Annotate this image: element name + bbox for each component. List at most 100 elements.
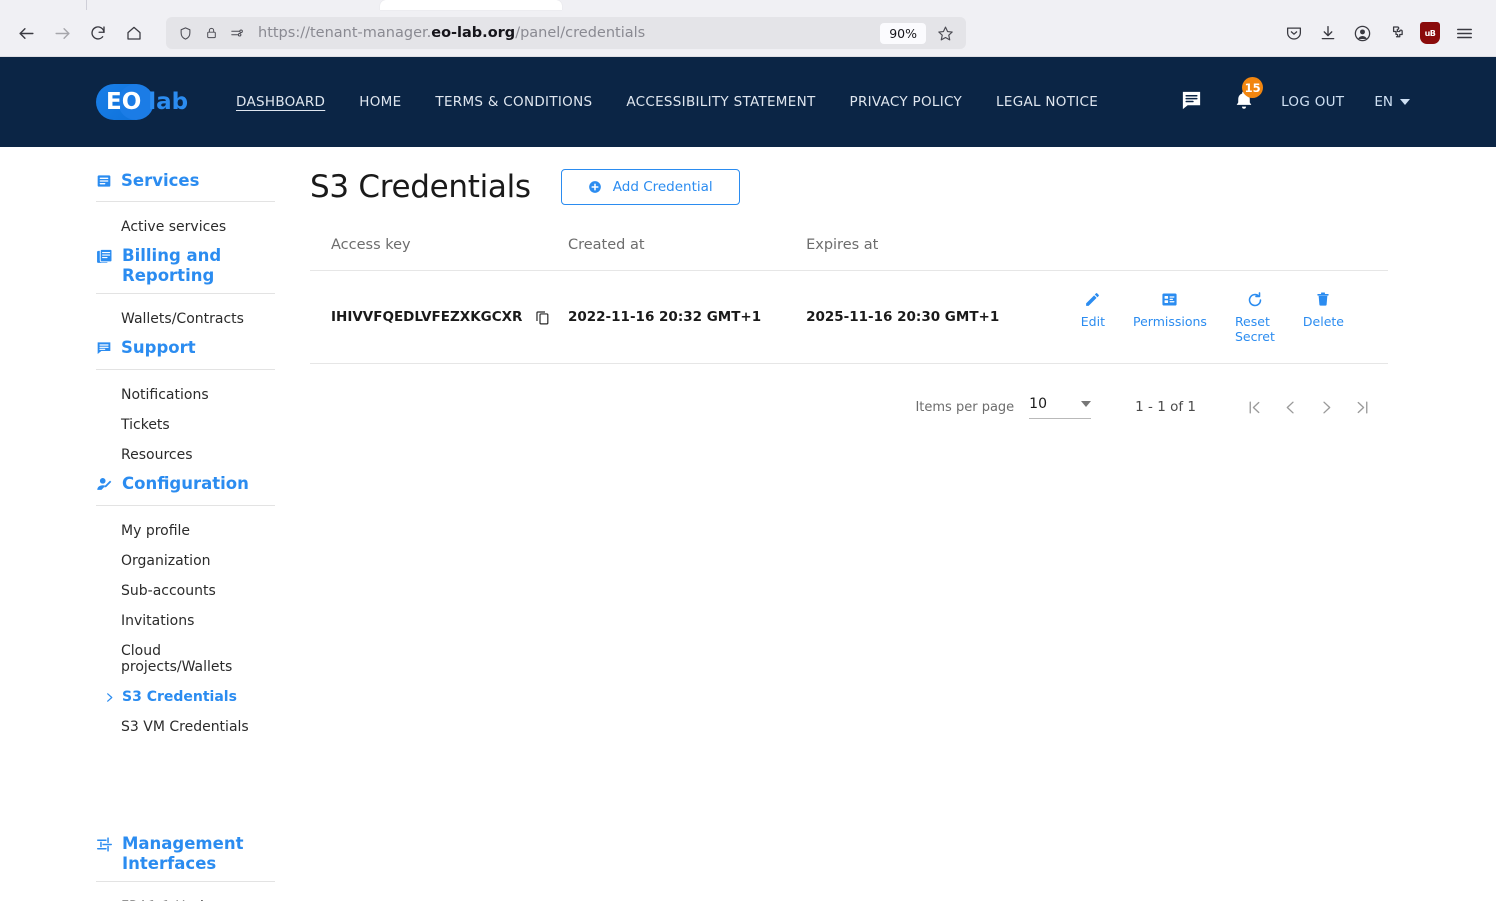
- sidebar-item-tickets[interactable]: Tickets: [96, 410, 275, 440]
- page-title: S3 Credentials: [310, 169, 531, 205]
- url-host: eo-lab.org: [431, 25, 516, 41]
- items-per-page-label: Items per page: [915, 399, 1015, 415]
- back-arrow-icon[interactable]: [10, 17, 42, 49]
- notification-count-badge: 15: [1242, 77, 1264, 98]
- sidebar-item-my-profile[interactable]: My profile: [96, 516, 275, 546]
- header-actions: 15 LOG OUT EN: [1180, 77, 1496, 116]
- browser-toolbar-right: uB: [1278, 17, 1486, 49]
- site-permissions-icon[interactable]: [226, 22, 248, 44]
- cell-created-at: 2022-11-16 20:32 GMT+1: [567, 270, 807, 364]
- table-row: IHIVVFQEDLVFEZXKGCXR 2022-11-16 20:32 GM…: [310, 270, 1388, 364]
- sidebar-item-sub-accounts[interactable]: Sub-accounts: [96, 576, 275, 606]
- padlock-icon[interactable]: [200, 22, 222, 44]
- sidebar-item-cloud-projects-wallets[interactable]: Cloud projects/Wallets: [96, 636, 275, 682]
- first-page-icon[interactable]: [1236, 389, 1272, 425]
- add-credential-label: Add Credential: [612, 179, 713, 195]
- nav-link-legal[interactable]: LEGAL NOTICE: [996, 94, 1098, 110]
- last-page-icon[interactable]: [1344, 389, 1380, 425]
- tab-strip[interactable]: [0, 0, 1496, 10]
- main-content: S3 Credentials Add Credential Access key…: [275, 147, 1496, 901]
- bookmark-star-icon[interactable]: [932, 20, 958, 46]
- sidebar-item-s3-vm-credentials[interactable]: S3 VM Credentials: [96, 712, 275, 742]
- url-bar[interactable]: https://tenant-manager.eo-lab.org/panel/…: [166, 17, 966, 49]
- account-icon[interactable]: [1346, 17, 1378, 49]
- trash-icon: [1315, 290, 1331, 309]
- permissions-button[interactable]: Permissions: [1133, 290, 1207, 344]
- column-header-actions: [1052, 237, 1388, 271]
- tune-sliders-icon: [96, 836, 113, 857]
- zoom-level-badge[interactable]: 90%: [880, 22, 926, 44]
- sidebar-group-title: Services: [121, 171, 200, 190]
- user-edit-icon: [96, 476, 113, 497]
- copy-icon[interactable]: [534, 309, 551, 326]
- sidebar-item-label: S3 Credentials: [122, 689, 237, 706]
- sidebar-group-management-interfaces: Management Interfaces FRA1-1 Horizon: [96, 834, 275, 901]
- column-header-expires-at: Expires at: [806, 237, 1053, 271]
- paginator: Items per page 10 1 - 1 of 1: [310, 364, 1388, 425]
- nav-link-home[interactable]: HOME: [359, 94, 401, 110]
- sidebar-item-wallets-contracts[interactable]: Wallets/Contracts: [96, 304, 275, 334]
- nav-link-terms[interactable]: TERMS & CONDITIONS: [435, 94, 592, 110]
- sidebar-item-fra1-1-horizon[interactable]: FRA1-1 Horizon: [96, 892, 275, 901]
- access-key-value: IHIVVFQEDLVFEZXKGCXR: [331, 309, 523, 325]
- sidebar-group-header: Billing and Reporting: [96, 246, 275, 295]
- sidebar-item-invitations[interactable]: Invitations: [96, 606, 275, 636]
- article-icon: [96, 173, 112, 193]
- sidebar-group-title: Configuration: [122, 473, 249, 493]
- next-page-icon[interactable]: [1308, 389, 1344, 425]
- table-body: IHIVVFQEDLVFEZXKGCXR 2022-11-16 20:32 GM…: [310, 270, 1388, 364]
- url-subdomain: tenant-manager.: [309, 25, 432, 41]
- edit-label: Edit: [1080, 314, 1105, 329]
- hamburger-menu-icon[interactable]: [1448, 17, 1480, 49]
- pencil-icon: [1084, 290, 1101, 309]
- nav-link-dashboard[interactable]: DASHBOARD: [236, 94, 325, 110]
- url-text[interactable]: https://tenant-manager.eo-lab.org/panel/…: [258, 25, 880, 41]
- main-nav: DASHBOARD HOME TERMS & CONDITIONS ACCESS…: [236, 94, 1132, 110]
- delete-button[interactable]: Delete: [1303, 290, 1344, 344]
- ublock-origin-icon[interactable]: uB: [1414, 17, 1446, 49]
- forward-arrow-icon[interactable]: [46, 17, 78, 49]
- sidebar-group-support: Support Notifications Tickets Resources: [96, 338, 275, 469]
- home-icon[interactable]: [118, 17, 150, 49]
- add-credential-button[interactable]: Add Credential: [560, 169, 740, 205]
- edit-button[interactable]: Edit: [1081, 290, 1105, 344]
- cell-access-key: IHIVVFQEDLVFEZXKGCXR: [310, 270, 568, 364]
- sidebar-item-active-services[interactable]: Active services: [96, 212, 275, 242]
- eolab-logo[interactable]: EO lab: [96, 84, 214, 120]
- language-selector[interactable]: EN: [1374, 94, 1410, 110]
- reset-secret-button[interactable]: Reset Secret: [1235, 290, 1275, 344]
- save-to-pocket-icon[interactable]: [1278, 17, 1310, 49]
- documents-icon: [96, 248, 113, 269]
- delete-label: Delete: [1302, 314, 1344, 329]
- sidebar-item-resources[interactable]: Resources: [96, 440, 275, 470]
- language-label: EN: [1374, 94, 1393, 110]
- sidebar-item-s3-credentials[interactable]: S3 Credentials: [96, 682, 275, 712]
- extensions-icon[interactable]: [1380, 17, 1412, 49]
- nav-link-accessibility[interactable]: ACCESSIBILITY STATEMENT: [626, 94, 815, 110]
- nav-link-privacy[interactable]: PRIVACY POLICY: [850, 94, 963, 110]
- sidebar-item-organization[interactable]: Organization: [96, 546, 275, 576]
- notifications-button[interactable]: 15: [1233, 77, 1264, 116]
- previous-page-icon[interactable]: [1272, 389, 1308, 425]
- cell-actions: Edit Permissions Reset Secret Delete: [1052, 270, 1388, 364]
- logo-mark: EO lab: [96, 84, 188, 120]
- downloads-icon[interactable]: [1312, 17, 1344, 49]
- chat-icon[interactable]: [1180, 89, 1203, 116]
- sidebar-group-title: Support: [121, 338, 196, 358]
- cell-expires-at: 2025-11-16 20:30 GMT+1: [806, 270, 1053, 364]
- sidebar-item-notifications[interactable]: Notifications: [96, 380, 275, 410]
- chat-bubble-icon: [96, 340, 112, 360]
- app-header: EO lab DASHBOARD HOME TERMS & CONDITIONS…: [0, 57, 1496, 147]
- items-per-page-select[interactable]: 10: [1029, 396, 1092, 419]
- chevron-down-icon: [1081, 400, 1092, 407]
- active-tab[interactable]: [380, 0, 562, 10]
- reload-icon[interactable]: [82, 17, 114, 49]
- sidebar-group-title: Billing and Reporting: [122, 246, 222, 285]
- logout-link[interactable]: LOG OUT: [1281, 94, 1344, 110]
- row-actions: Edit Permissions Reset Secret Delete: [1053, 290, 1388, 344]
- credentials-table: Access key Created at Expires at IHIVVFQ…: [310, 237, 1388, 364]
- shield-icon[interactable]: [174, 22, 196, 44]
- chevron-right-icon: [104, 692, 115, 703]
- sidebar-group-services: Services Active services: [96, 171, 275, 242]
